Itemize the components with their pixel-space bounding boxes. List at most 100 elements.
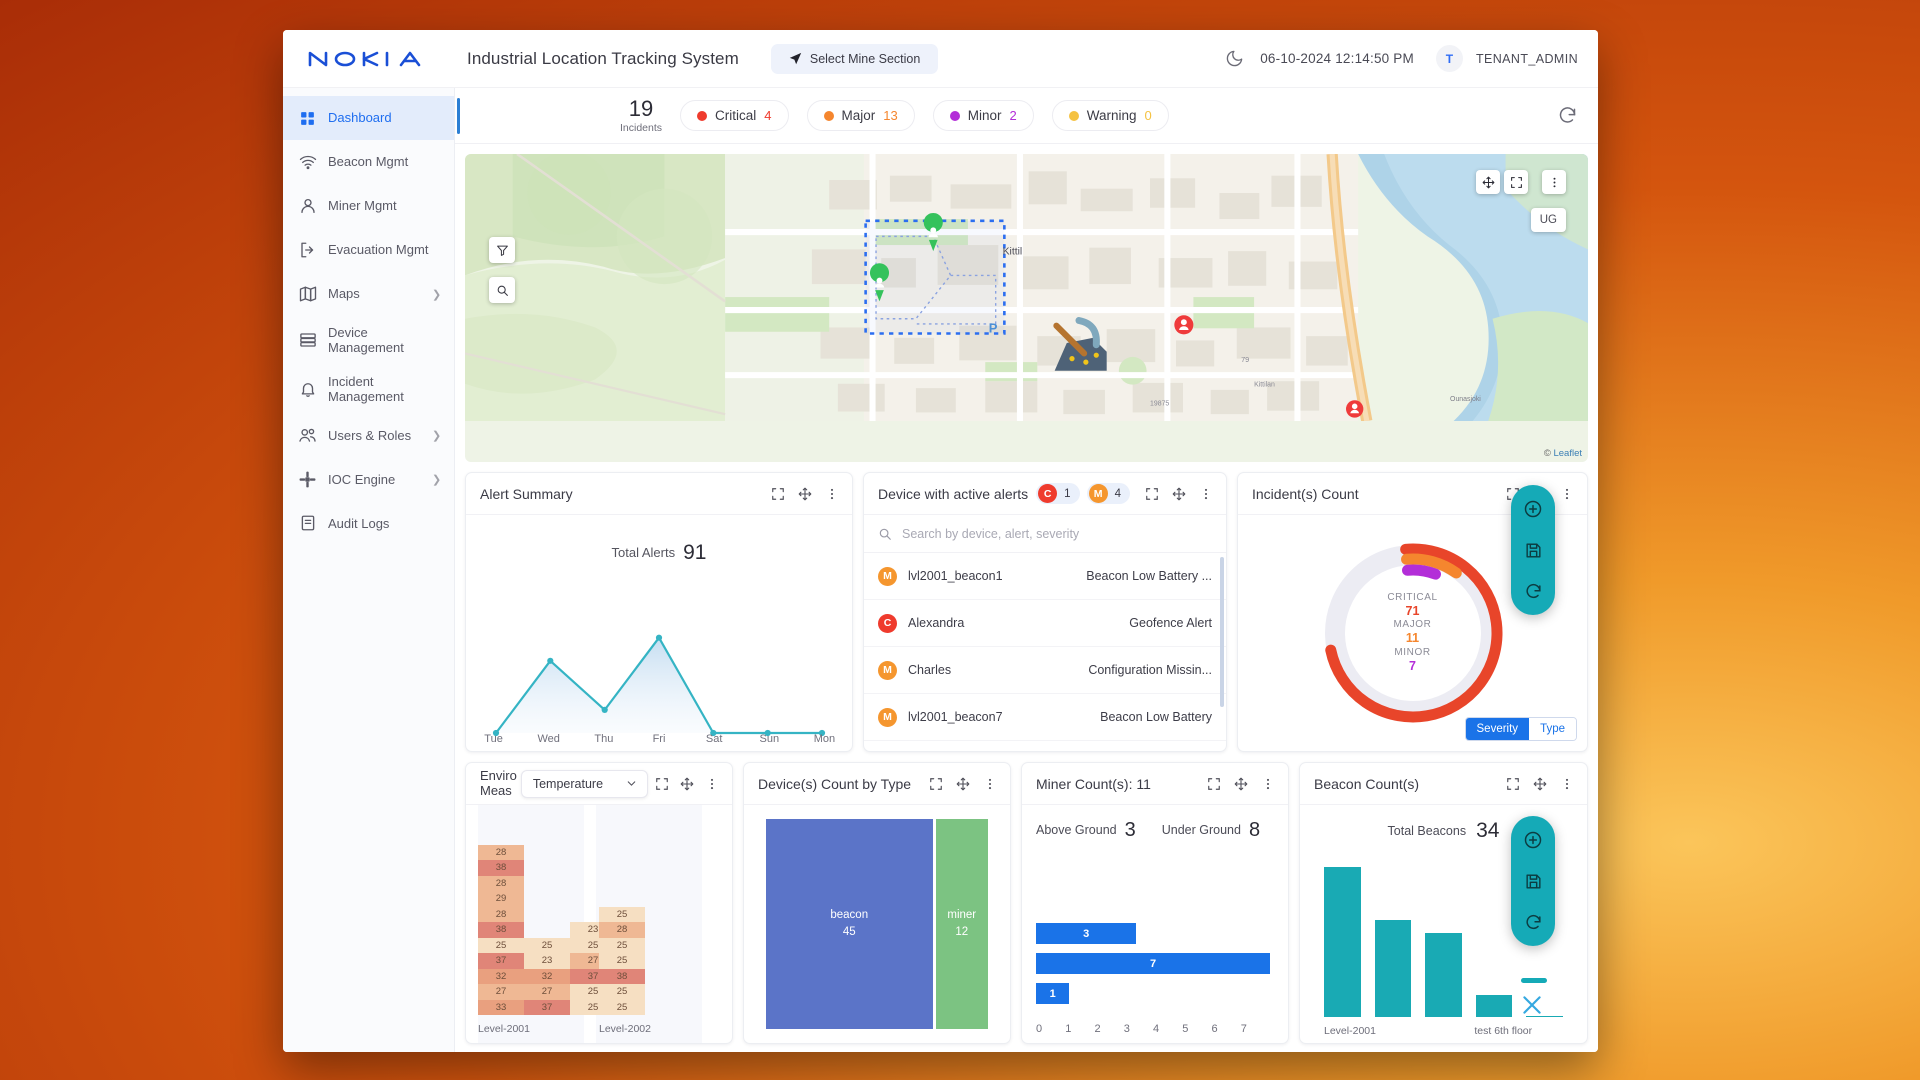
heatmap-cell[interactable]: 25 (599, 953, 645, 969)
heatmap-cell[interactable]: 25 (524, 937, 570, 953)
heatmap-cell[interactable]: 25 (599, 984, 645, 1000)
sidebar-item-beacon-mgmt[interactable]: Beacon Mgmt (283, 140, 454, 184)
scrollbar[interactable] (1220, 557, 1224, 707)
severity-chip-warning[interactable]: Warning 0 (1051, 100, 1169, 131)
save-icon[interactable] (1524, 872, 1543, 891)
heatmap-cell[interactable]: 25 (478, 937, 524, 953)
refresh-icon[interactable] (1524, 582, 1543, 601)
severity-chip-minor[interactable]: Minor 2 (932, 100, 1034, 131)
save-icon[interactable] (1524, 541, 1543, 560)
expand-icon[interactable] (1145, 487, 1159, 501)
map-search-icon[interactable] (489, 277, 515, 303)
heatmap-cell[interactable]: 23 (524, 953, 570, 969)
close-icon[interactable] (1519, 992, 1545, 1023)
alert-list-item[interactable]: Mlvl2001_beacon1 Beacon Low Battery ... (864, 553, 1226, 600)
severity-chip-critical[interactable]: Critical 4 (680, 100, 789, 131)
heatmap-cell[interactable]: 38 (478, 860, 524, 876)
map-widget[interactable]: Ounasjoki Kittilan 79 19875 Kittil P UG … (465, 154, 1588, 462)
sidebar-item-evacuation-mgmt[interactable]: Evacuation Mgmt (283, 228, 454, 272)
move-icon[interactable] (1234, 777, 1248, 791)
kebab-icon[interactable] (1560, 777, 1574, 791)
alert-list-item[interactable]: Mlvl2001_beacon7 Beacon Low Battery (864, 694, 1226, 741)
heatmap-cell[interactable]: 37 (524, 999, 570, 1015)
select-mine-section-button[interactable]: Select Mine Section (770, 43, 939, 74)
expand-icon[interactable] (655, 777, 669, 791)
heatmap-cell[interactable]: 28 (478, 844, 524, 860)
move-icon[interactable] (798, 487, 812, 501)
treemap-cell[interactable]: beacon 45 (766, 819, 933, 1029)
kebab-icon[interactable] (705, 777, 719, 791)
floating-toolbar-handle[interactable] (1521, 978, 1547, 983)
move-icon[interactable] (1533, 777, 1547, 791)
sidebar-item-miner-mgmt[interactable]: Miner Mgmt (283, 184, 454, 228)
beacon-bar[interactable] (1324, 867, 1361, 1017)
map-kebab-icon[interactable] (1542, 170, 1566, 194)
heatmap-cell[interactable]: 32 (478, 968, 524, 984)
heatmap-cell[interactable]: 28 (478, 906, 524, 922)
move-icon[interactable] (1172, 487, 1186, 501)
beacon-bar[interactable] (1425, 933, 1462, 1017)
map-canvas[interactable]: Ounasjoki Kittilan 79 19875 Kittil P (465, 154, 1588, 422)
heatmap-cell[interactable]: 28 (599, 922, 645, 938)
kebab-icon[interactable] (825, 487, 839, 501)
toggle-severity[interactable]: Severity (1465, 718, 1530, 740)
miner-bar[interactable]: 3 (1036, 923, 1137, 944)
heatmap-cell[interactable]: 25 (599, 999, 645, 1015)
floating-toolbar-bottom[interactable] (1511, 816, 1555, 946)
heatmap-cell[interactable]: 27 (524, 984, 570, 1000)
severity-badge-c[interactable]: C1 (1036, 483, 1080, 504)
kebab-icon[interactable] (1560, 487, 1574, 501)
miner-bar[interactable]: 1 (1036, 983, 1070, 1004)
map-attribution-text[interactable]: Leaflet (1553, 448, 1582, 459)
heatmap-cell[interactable]: 29 (478, 891, 524, 907)
device-alert-list[interactable]: Mlvl2001_beacon1 Beacon Low Battery ... C A… (864, 553, 1226, 751)
environment-metric-select[interactable]: Temperature (520, 769, 649, 798)
alert-list-item[interactable]: M Charles Configuration Missin... (864, 647, 1226, 694)
toggle-type[interactable]: Type (1529, 718, 1576, 740)
expand-icon[interactable] (1207, 777, 1221, 791)
map-layer-ug-button[interactable]: UG (1530, 208, 1566, 232)
kebab-icon[interactable] (1261, 777, 1275, 791)
refresh-icon[interactable] (1524, 913, 1543, 932)
heatmap-cell[interactable]: 27 (478, 984, 524, 1000)
alert-list-item[interactable]: C Alexandra Geofence Alert (864, 600, 1226, 647)
avatar[interactable]: T (1435, 45, 1463, 72)
sidebar-item-users-roles[interactable]: Users & Roles ❯ (283, 413, 454, 457)
kebab-icon[interactable] (1199, 487, 1213, 501)
severity-chip-major[interactable]: Major 13 (806, 100, 915, 131)
sidebar-item-dashboard[interactable]: Dashboard (283, 96, 454, 140)
map-attribution[interactable]: © Leaflet (1544, 448, 1582, 459)
zoom-in-icon[interactable] (1523, 499, 1543, 519)
sidebar-item-audit-logs[interactable]: Audit Logs (283, 501, 454, 545)
incident-view-toggle[interactable]: Severity Type (1464, 717, 1577, 741)
search-input[interactable] (902, 526, 1212, 541)
heatmap-cell[interactable]: 37 (478, 953, 524, 969)
sidebar-item-device-management[interactable]: Device Management (283, 316, 454, 365)
sidebar-item-ioc-engine[interactable]: IOC Engine ❯ (283, 457, 454, 501)
heatmap-cell[interactable]: 25 (599, 937, 645, 953)
heatmap-cell[interactable]: 25 (599, 906, 645, 922)
severity-badge-m[interactable]: M4 (1086, 483, 1130, 504)
heatmap-cell[interactable]: 38 (478, 922, 524, 938)
expand-icon[interactable] (1506, 777, 1520, 791)
dark-mode-moon-icon[interactable] (1225, 49, 1244, 68)
map-expand-icon[interactable] (1504, 170, 1528, 194)
beacon-bar[interactable] (1374, 919, 1412, 1017)
kebab-icon[interactable] (983, 777, 997, 791)
zoom-in-icon[interactable] (1523, 830, 1543, 850)
move-icon[interactable] (680, 777, 694, 791)
expand-icon[interactable] (771, 487, 785, 501)
miner-bar[interactable]: 7 (1036, 953, 1270, 974)
sidebar-item-maps[interactable]: Maps ❯ (283, 272, 454, 316)
device-alert-search[interactable] (864, 515, 1226, 553)
sidebar-item-incident-management[interactable]: Incident Management (283, 365, 454, 414)
expand-icon[interactable] (929, 777, 943, 791)
refresh-icon[interactable] (1557, 105, 1578, 126)
heatmap-cell[interactable]: 32 (524, 968, 570, 984)
move-icon[interactable] (956, 777, 970, 791)
heatmap-cell[interactable]: 33 (478, 999, 524, 1015)
nokia-logo[interactable] (307, 46, 447, 72)
beacon-bar[interactable] (1475, 994, 1513, 1017)
heatmap-cell[interactable]: 28 (478, 875, 524, 891)
heatmap-cell[interactable]: 38 (599, 968, 645, 984)
